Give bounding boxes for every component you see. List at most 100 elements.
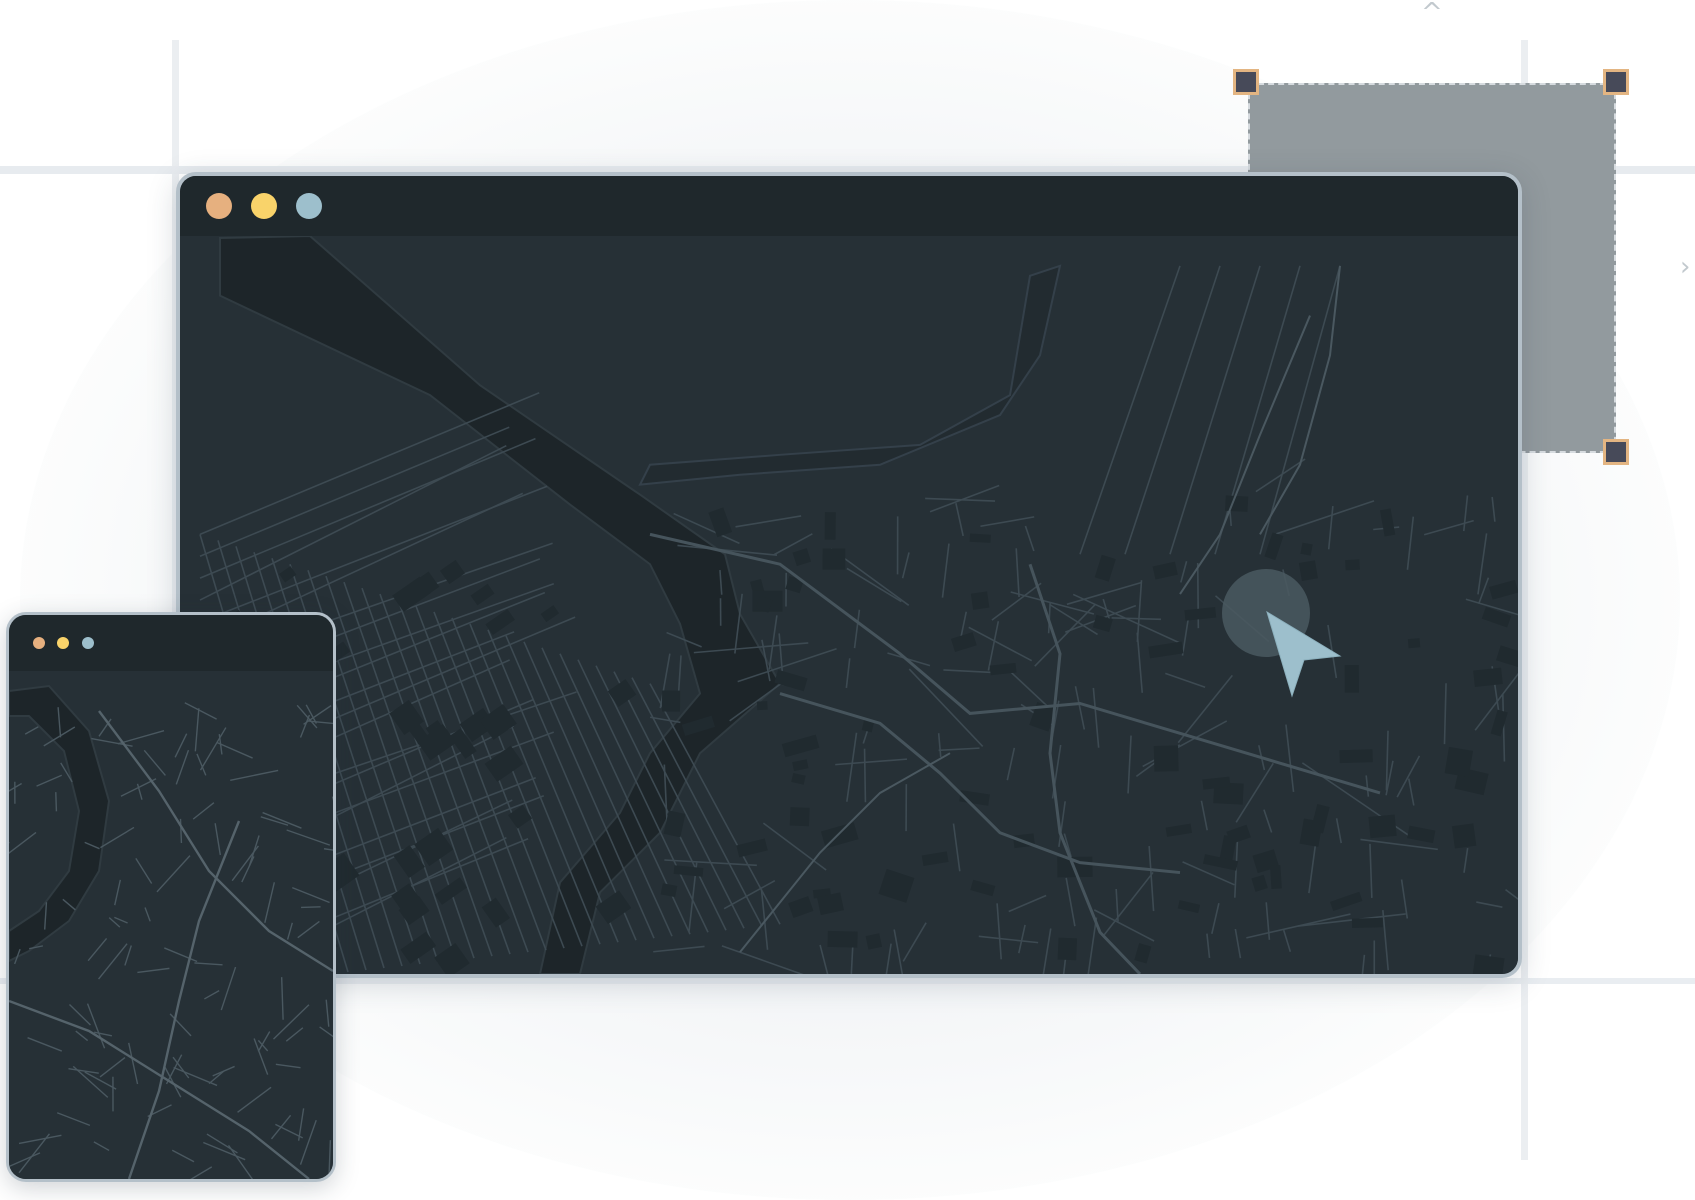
street <box>114 879 122 906</box>
street <box>1024 525 1035 552</box>
street <box>272 1004 310 1040</box>
building-block <box>1153 745 1179 772</box>
building-block <box>1481 606 1512 628</box>
street <box>91 737 133 747</box>
street <box>1092 687 1100 748</box>
street <box>863 748 867 803</box>
street <box>846 567 902 603</box>
window-titlebar[interactable] <box>180 176 1518 236</box>
street <box>199 727 227 771</box>
street <box>55 792 58 812</box>
pier <box>1124 265 1221 555</box>
street <box>1127 735 1132 794</box>
street <box>721 945 804 974</box>
street <box>301 906 321 909</box>
building-block <box>774 669 808 692</box>
building-block <box>970 879 996 897</box>
street <box>1010 591 1095 615</box>
street <box>286 922 293 940</box>
street <box>1265 902 1271 940</box>
street <box>1255 458 1306 493</box>
street <box>86 1003 106 1049</box>
selection-handle-top-left[interactable] <box>1233 69 1259 95</box>
street <box>1180 561 1188 583</box>
street <box>135 857 153 884</box>
street <box>325 999 330 1027</box>
street <box>1103 871 1154 936</box>
building-block <box>970 591 990 610</box>
river <box>9 684 111 963</box>
street <box>1282 929 1292 952</box>
street <box>991 582 1042 621</box>
street <box>163 1065 182 1098</box>
street <box>1072 593 1182 645</box>
street <box>174 733 188 758</box>
pier <box>1259 265 1341 555</box>
street <box>204 990 220 1000</box>
building-block <box>792 548 812 567</box>
street <box>192 802 215 820</box>
street <box>137 967 170 974</box>
street <box>1361 954 1366 974</box>
street <box>1165 672 1206 688</box>
street-map-canvas-small[interactable] <box>9 671 333 1179</box>
street <box>18 1134 62 1145</box>
street <box>1211 902 1220 935</box>
close-dot[interactable] <box>33 637 45 649</box>
street <box>175 749 190 785</box>
selection-handle-bottom-right[interactable] <box>1603 439 1629 465</box>
street <box>980 516 1035 528</box>
street <box>171 1149 195 1163</box>
street <box>216 741 253 759</box>
canal <box>739 752 951 953</box>
zoom-dot[interactable] <box>82 637 94 649</box>
street <box>299 1119 317 1165</box>
street <box>36 774 63 787</box>
street <box>9 831 37 854</box>
street <box>199 426 510 557</box>
street <box>87 938 108 962</box>
street <box>184 702 217 720</box>
street <box>937 733 942 758</box>
building-block <box>1152 561 1178 580</box>
building-block <box>1490 709 1508 737</box>
building-block <box>1351 917 1383 928</box>
building-block <box>827 930 858 948</box>
street <box>56 1112 91 1127</box>
building-block <box>470 583 495 606</box>
street <box>1423 519 1474 536</box>
window-titlebar-small[interactable] <box>9 615 333 671</box>
north-water <box>638 264 1062 486</box>
street <box>1365 775 1370 797</box>
building-block <box>792 759 809 772</box>
minimize-dot[interactable] <box>57 637 69 649</box>
street <box>978 935 1039 944</box>
building-block <box>1407 825 1436 844</box>
street <box>237 1086 272 1113</box>
building-block <box>736 838 768 858</box>
building-block <box>1444 746 1474 778</box>
street <box>1400 879 1409 919</box>
building-block <box>673 865 704 877</box>
street <box>128 1042 139 1085</box>
chevron-right-icon: › <box>1680 252 1691 282</box>
street <box>1406 516 1415 570</box>
minimize-dot[interactable] <box>251 193 277 219</box>
street <box>1308 838 1318 894</box>
street <box>331 796 333 801</box>
street <box>114 916 128 924</box>
close-dot[interactable] <box>206 193 232 219</box>
street <box>214 823 222 856</box>
street <box>98 718 112 737</box>
main-road <box>98 710 333 973</box>
street <box>173 1066 218 1087</box>
selection-handle-top-right[interactable] <box>1603 69 1629 95</box>
street <box>1396 755 1421 798</box>
building-block <box>434 942 470 974</box>
street <box>199 391 540 536</box>
building-block <box>1407 638 1421 649</box>
zoom-dot[interactable] <box>296 193 322 219</box>
building-block <box>1489 579 1518 600</box>
street <box>1382 910 1389 971</box>
street <box>199 437 536 579</box>
